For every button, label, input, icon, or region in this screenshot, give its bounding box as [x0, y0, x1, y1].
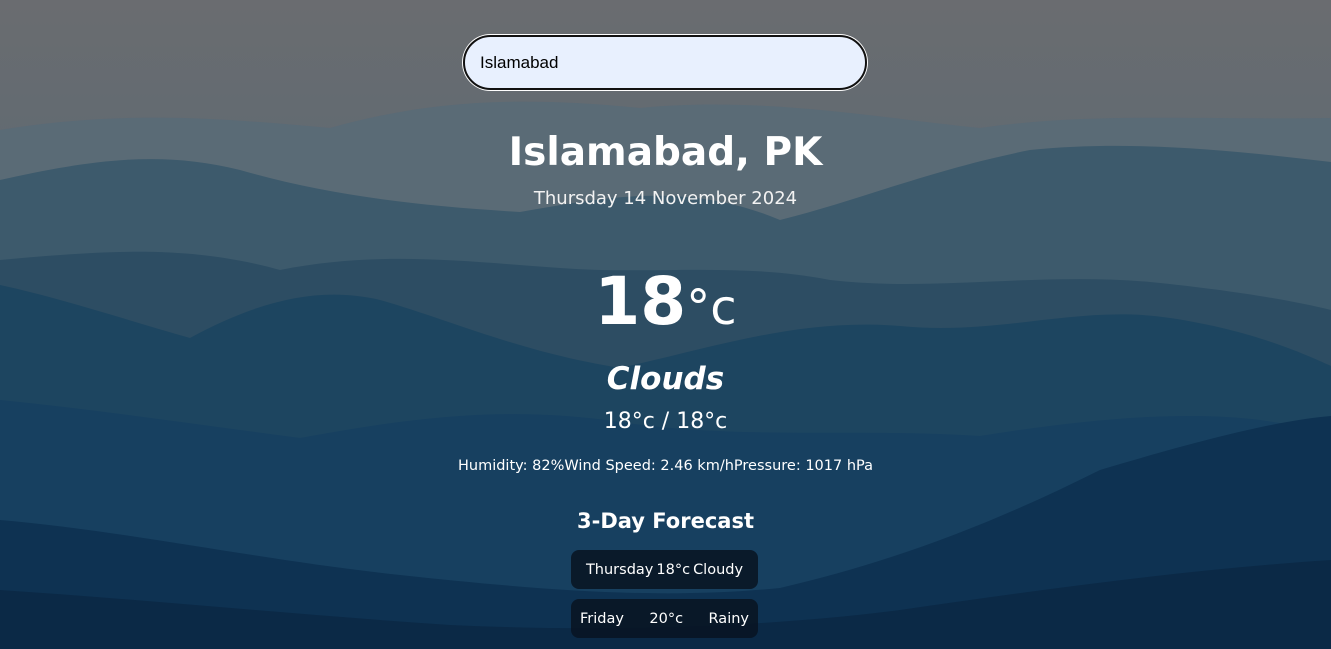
- high-low-temperature: 18°c / 18°c: [603, 409, 728, 434]
- temperature-unit: °c: [686, 280, 737, 336]
- wind-speed-text: Wind Speed: 2.46 km/h: [564, 458, 734, 474]
- forecast-temp: 20°c: [649, 610, 684, 627]
- search-box[interactable]: [463, 35, 867, 90]
- forecast-item: Thursday 18°c Cloudy: [571, 550, 758, 589]
- humidity-text: Humidity: 82%: [457, 458, 565, 474]
- temperature-value: 18: [594, 263, 687, 340]
- pressure-text: Pressure: 1017 hPa: [733, 458, 873, 474]
- city-search-input[interactable]: [465, 37, 865, 88]
- weather-app: Islamabad, PK Thursday 14 November 2024 …: [0, 0, 1331, 649]
- forecast-heading: 3-Day Forecast: [577, 509, 754, 533]
- forecast-temp: 18°c: [656, 561, 691, 578]
- weather-details: Humidity: 82%Wind Speed: 2.46 km/hPressu…: [0, 455, 1331, 477]
- forecast-condition: Cloudy: [693, 561, 744, 578]
- location-title: Islamabad, PK: [508, 130, 823, 175]
- forecast-item: Friday 20°c Rainy: [571, 599, 758, 638]
- forecast-condition: Rainy: [708, 610, 749, 627]
- forecast-day: Thursday: [585, 561, 654, 578]
- weather-condition: Clouds: [606, 361, 725, 397]
- forecast-day: Friday: [580, 610, 624, 627]
- current-date: Thursday 14 November 2024: [533, 188, 798, 209]
- current-temperature: 18°c: [0, 262, 1331, 359]
